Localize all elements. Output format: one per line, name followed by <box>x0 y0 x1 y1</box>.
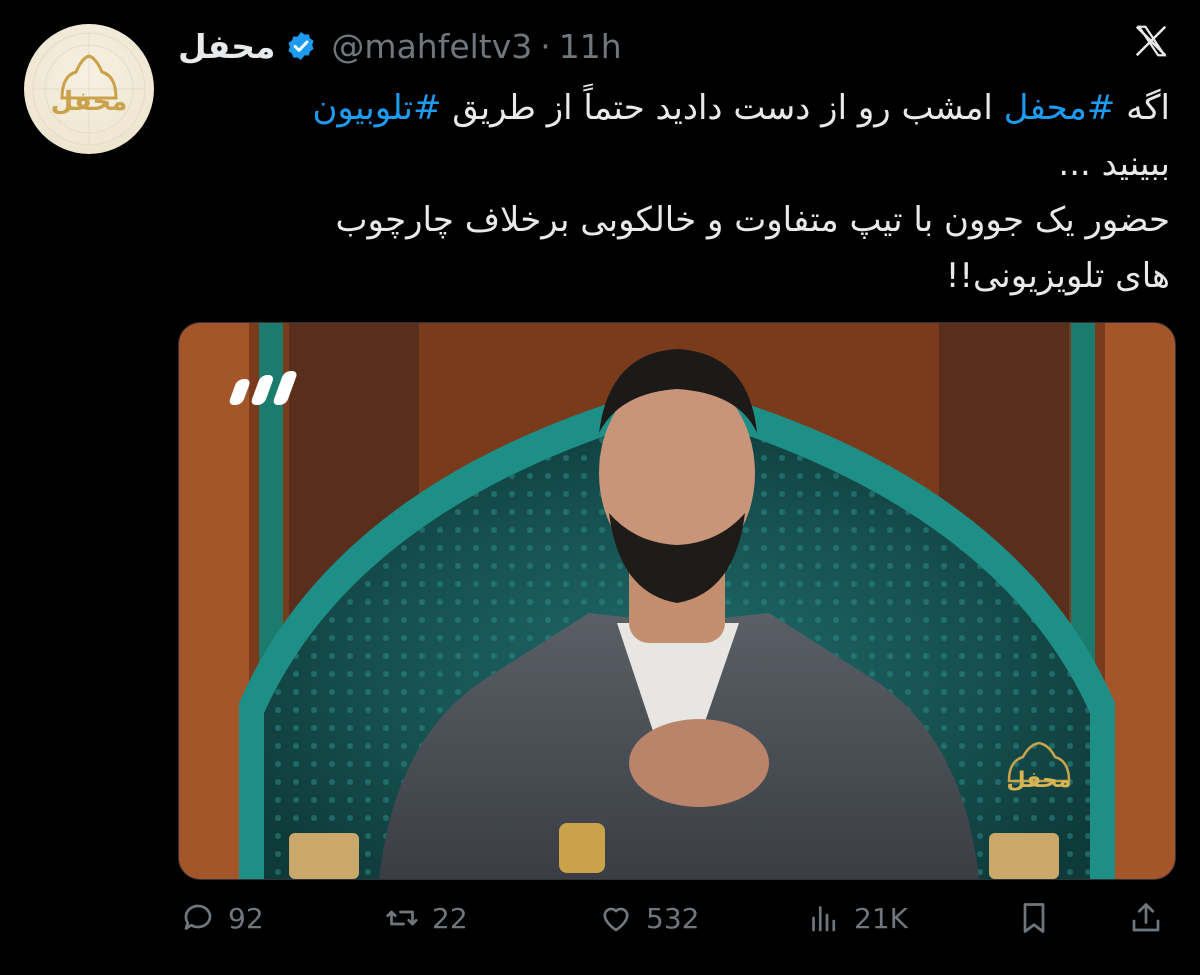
share-icon <box>1132 903 1160 932</box>
hashtag-mahfel[interactable]: #محفل <box>1004 88 1116 128</box>
watermark-text: محفل <box>1007 768 1072 793</box>
heart-icon <box>603 907 629 932</box>
tweet-line-2: ببینید ... <box>1058 144 1170 184</box>
text-middle: امشب رو از دست دادید حتماً از طریق <box>452 88 993 128</box>
bookmark-icon <box>1023 903 1045 933</box>
separator-dot: · <box>540 26 551 66</box>
like-count: 532 <box>646 901 700 935</box>
reply-count: 92 <box>228 901 264 935</box>
avatar-logo-text: محفل <box>51 87 128 117</box>
timestamp[interactable]: 11h <box>559 27 622 66</box>
like-button[interactable]: 532 <box>598 900 699 936</box>
repost-button[interactable]: 22 <box>384 900 468 936</box>
views-button[interactable]: 21K <box>806 900 908 936</box>
x-logo-icon[interactable] <box>1132 22 1170 60</box>
views-icon <box>812 906 836 932</box>
reply-button[interactable]: 92 <box>180 900 264 936</box>
tweet-actions: 92 22 532 21K <box>0 900 1200 950</box>
handle[interactable]: @mahfeltv3 <box>331 27 532 66</box>
mahfel-logo-icon: محفل <box>32 32 146 146</box>
text-prefix: اگه <box>1126 88 1170 128</box>
reply-icon <box>184 904 212 930</box>
repost-icon <box>386 910 418 926</box>
tweet-media[interactable]: محفل <box>178 322 1176 880</box>
verified-badge-icon <box>288 32 314 60</box>
bookmark-button[interactable] <box>1016 900 1052 936</box>
tweet-line-3: حضور یک جوون با تیپ متفاوت و خالکوبی برخ… <box>335 200 1170 240</box>
tweet-text: اگه #محفل امشب رو از دست دادید حتماً از … <box>178 80 1170 304</box>
share-button[interactable] <box>1128 900 1164 936</box>
media-image: محفل <box>179 323 1175 879</box>
hashtag-telewebion[interactable]: #تلوبیون <box>312 88 441 128</box>
tweet-line-1: اگه #محفل امشب رو از دست دادید حتماً از … <box>178 80 1170 136</box>
tweet-line-4: های تلویزیونی!! <box>945 256 1170 296</box>
display-name[interactable]: محفل <box>178 27 275 66</box>
tweet-header: محفل @mahfeltv3 · 11h <box>178 22 622 70</box>
views-count: 21K <box>854 901 908 935</box>
avatar[interactable]: محفل <box>24 24 154 154</box>
repost-count: 22 <box>432 901 468 935</box>
